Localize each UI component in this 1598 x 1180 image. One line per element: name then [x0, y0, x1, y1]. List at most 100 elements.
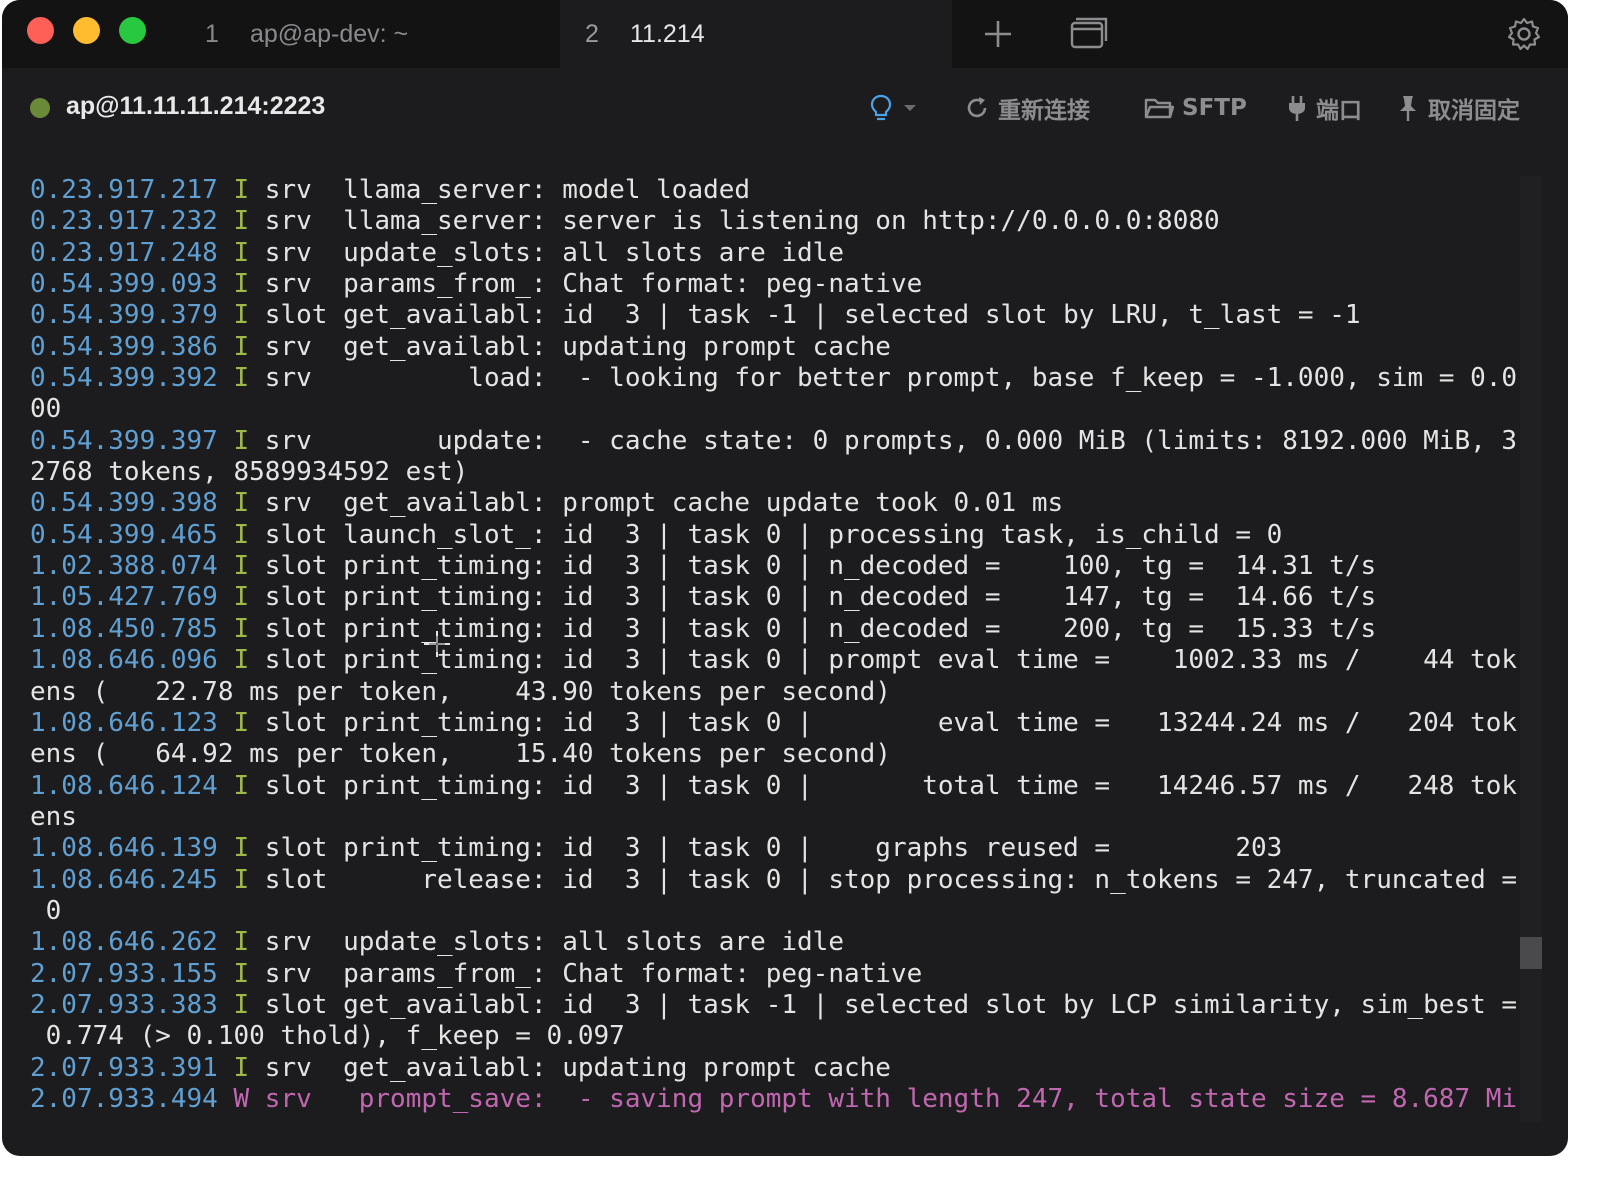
- plus-icon[interactable]: [978, 14, 1018, 54]
- terminal-line: 1.08.646.139 I slot print_timing: id 3 |…: [30, 833, 1524, 864]
- log-timestamp: 1.08.646.123: [30, 707, 218, 738]
- log-level: I: [233, 833, 250, 864]
- log-timestamp: 0.23.917.217: [30, 175, 218, 205]
- log-message: ens: [30, 801, 77, 832]
- tab-bar: 1 ap@ap-dev: ~ 2 11.214: [2, 0, 1568, 68]
- log-timestamp: 2.07.933.383: [30, 989, 218, 1020]
- scrollbar-thumb[interactable]: [1520, 937, 1542, 969]
- log-level: W: [233, 1083, 250, 1114]
- terminal-line: ens ( 64.92 ms per token, 15.40 tokens p…: [30, 739, 1524, 770]
- terminal-window: 1 ap@ap-dev: ~ 2 11.214 ap@11.11.11.214:…: [2, 0, 1568, 1156]
- log-message: srv llama_server: server is listening on…: [249, 206, 1220, 237]
- log-message: 2768 tokens, 8589934592 est): [30, 457, 469, 488]
- log-level: I: [233, 958, 250, 989]
- close-window-button[interactable]: [27, 17, 54, 44]
- session-host: ap@11.11.11.214:2223: [66, 92, 326, 120]
- log-level: I: [233, 927, 250, 958]
- log-timestamp: 0.54.399.093: [30, 269, 218, 300]
- log-message: srv update_slots: all slots are idle: [249, 927, 844, 958]
- log-message: srv prompt_save: - saving prompt with le…: [249, 1083, 1518, 1114]
- log-level: I: [233, 989, 250, 1020]
- terminal-line: 0.23.917.232 I srv llama_server: server …: [30, 206, 1524, 237]
- terminal-line: ens: [30, 802, 1524, 833]
- log-timestamp: 0.54.399.392: [30, 363, 218, 394]
- log-timestamp: 0.54.399.386: [30, 331, 218, 362]
- log-level: I: [233, 864, 250, 895]
- terminal-line: 0.54.399.392 I srv load: - looking for b…: [30, 363, 1524, 394]
- window-stack-icon[interactable]: [1066, 14, 1108, 54]
- log-message: 00: [30, 394, 62, 425]
- log-message: srv get_availabl: updating prompt cache: [249, 331, 891, 362]
- terminal-output[interactable]: 0.23.917.217 I srv llama_server: model l…: [30, 175, 1524, 1125]
- terminal-line: 2768 tokens, 8589934592 est): [30, 457, 1524, 488]
- log-timestamp: 0.23.917.248: [30, 237, 218, 268]
- terminal-line: 1.08.646.096 I slot print_timing: id 3 |…: [30, 645, 1524, 676]
- log-message: srv params_from_: Chat format: peg-nativ…: [249, 269, 923, 300]
- terminal-line: 1.08.450.785 I slot print_timing: id 3 |…: [30, 614, 1524, 645]
- log-message: slot print_timing: id 3 | task 0 | n_dec…: [249, 613, 1377, 644]
- sftp-button[interactable]: SFTP: [1144, 90, 1247, 126]
- log-message: srv get_availabl: updating prompt cache: [249, 1052, 891, 1083]
- tab-1[interactable]: 1 ap@ap-dev: ~: [180, 0, 560, 68]
- log-level: I: [233, 269, 250, 300]
- terminal-line: 0.54.399.379 I slot get_availabl: id 3 |…: [30, 300, 1524, 331]
- log-level: I: [233, 363, 250, 394]
- session-header: ap@11.11.11.214:2223 重新连接 SFTP 端口 取消固定: [2, 68, 1568, 148]
- pin-icon: [1400, 96, 1416, 121]
- port-label: 端口: [1316, 98, 1362, 124]
- log-message: slot print_timing: id 3 | task 0 | eval …: [249, 707, 1518, 738]
- terminal-scrollbar[interactable]: [1520, 176, 1542, 1122]
- connection-status-dot: [30, 98, 50, 118]
- zoom-window-button[interactable]: [119, 17, 146, 44]
- log-timestamp: 1.05.427.769: [30, 582, 218, 613]
- reconnect-button[interactable]: 重新连接: [964, 90, 1090, 126]
- log-level: I: [233, 582, 250, 613]
- log-message: srv update: - cache state: 0 prompts, 0.…: [249, 425, 1518, 456]
- log-message: srv params_from_: Chat format: peg-nativ…: [249, 958, 923, 989]
- log-message: srv load: - looking for better prompt, b…: [249, 363, 1518, 394]
- terminal-line: 2.07.933.383 I slot get_availabl: id 3 |…: [30, 990, 1524, 1021]
- reconnect-label: 重新连接: [998, 98, 1090, 124]
- log-timestamp: 0.54.399.465: [30, 519, 218, 550]
- log-timestamp: 1.08.450.785: [30, 613, 218, 644]
- log-level: I: [233, 206, 250, 237]
- log-message: slot launch_slot_: id 3 | task 0 | proce…: [249, 519, 1283, 550]
- log-level: I: [233, 1052, 250, 1083]
- log-level: I: [233, 331, 250, 362]
- log-timestamp: 1.02.388.074: [30, 551, 218, 582]
- terminal-line: 0.23.917.248 I srv update_slots: all slo…: [30, 238, 1524, 269]
- terminal-line: 0.54.399.465 I slot launch_slot_: id 3 |…: [30, 520, 1524, 551]
- log-level: I: [233, 770, 250, 801]
- tab-title: ap@ap-dev: ~: [250, 19, 409, 48]
- terminal-line: 0.54.399.386 I srv get_availabl: updatin…: [30, 332, 1524, 363]
- log-timestamp: 2.07.933.155: [30, 958, 218, 989]
- log-message: slot print_timing: id 3 | task 0 | total…: [249, 770, 1518, 801]
- log-timestamp: 0.23.917.232: [30, 206, 218, 237]
- hint-dropdown[interactable]: [868, 90, 926, 126]
- terminal-line: 1.05.427.769 I slot print_timing: id 3 |…: [30, 582, 1524, 613]
- port-forwarding-button[interactable]: 端口: [1286, 90, 1362, 126]
- terminal-line: 2.07.933.494 W srv prompt_save: - saving…: [30, 1084, 1524, 1115]
- log-message: srv get_availabl: prompt cache update to…: [249, 488, 1064, 519]
- terminal-line: 0: [30, 896, 1524, 927]
- terminal-line: 1.08.646.245 I slot release: id 3 | task…: [30, 865, 1524, 896]
- log-timestamp: 1.08.646.262: [30, 927, 218, 958]
- terminal-line: 2.07.933.391 I srv get_availabl: updatin…: [30, 1053, 1524, 1084]
- terminal-line: 0.774 (> 0.100 thold), f_keep = 0.097: [30, 1021, 1524, 1052]
- unpin-button[interactable]: 取消固定: [1396, 90, 1520, 126]
- terminal-line: 0.23.917.217 I srv llama_server: model l…: [30, 175, 1524, 206]
- log-message: slot print_timing: id 3 | task 0 | graph…: [249, 833, 1283, 864]
- log-level: I: [233, 707, 250, 738]
- log-message: slot get_availabl: id 3 | task -1 | sele…: [249, 989, 1518, 1020]
- log-message: ens ( 64.92 ms per token, 15.40 tokens p…: [30, 739, 891, 770]
- tab-2[interactable]: 2 11.214: [560, 0, 952, 68]
- log-message: srv llama_server: model loaded: [249, 175, 751, 205]
- log-message: ens ( 22.78 ms per token, 43.90 tokens p…: [30, 676, 891, 707]
- gear-icon[interactable]: [1504, 14, 1544, 54]
- minimize-window-button[interactable]: [73, 17, 100, 44]
- lightbulb-icon: [870, 94, 892, 121]
- terminal-line: 0.54.399.397 I srv update: - cache state…: [30, 426, 1524, 457]
- log-timestamp: 0.54.399.379: [30, 300, 218, 331]
- refresh-icon: [967, 97, 987, 118]
- terminal-line: 00: [30, 394, 1524, 425]
